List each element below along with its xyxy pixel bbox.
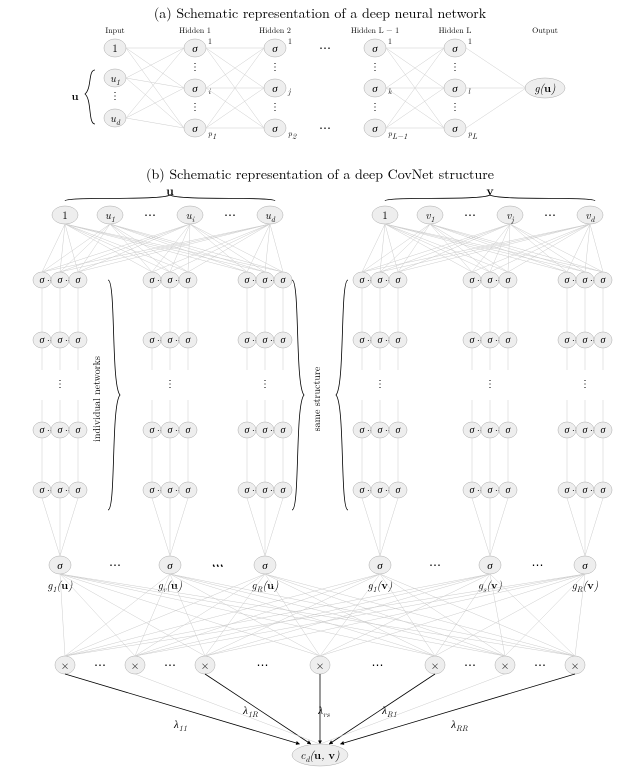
sigma-label: σ [192, 41, 198, 56]
panel-a-bot-dots: ⋯ [319, 119, 331, 136]
vdots: ⋮ [485, 376, 495, 390]
midsub: l [468, 86, 471, 97]
g-sigma-lbl: σ [487, 558, 493, 573]
sup1: 1 [288, 36, 292, 47]
midsub: j [287, 86, 291, 97]
panel-a-top-dots: ⋯ [319, 39, 331, 56]
g-sigma-lbl: σ [167, 558, 173, 573]
g-sigma-lbl: σ [377, 558, 383, 573]
dots: ⋯ [224, 206, 236, 223]
times-label: × [571, 658, 580, 673]
u-node-label: 1 [62, 208, 68, 223]
lambda-label: λR1 [381, 703, 397, 720]
times-label: × [316, 658, 325, 673]
output-label: g(u) [534, 81, 556, 96]
dots: ⋯ [164, 656, 176, 673]
sigma-label: σ [452, 121, 458, 136]
vdots: ⋮ [580, 376, 590, 390]
center-brace-right [336, 280, 348, 510]
vdots: ⋮ [270, 59, 280, 73]
col-label-hLm1: Hidden L − 1 [351, 25, 399, 36]
dots: ⋯ [372, 656, 384, 673]
times-label: × [431, 658, 440, 673]
same-structure-label: same structure [309, 366, 323, 431]
left-brace [108, 280, 120, 510]
sigma-label: σ [272, 121, 278, 136]
panel-a: (a) Schematic representation of a deep n… [71, 3, 565, 142]
sigma-label: σ [192, 121, 198, 136]
psub: pL [468, 128, 477, 142]
g-label: gR(v) [572, 578, 599, 595]
vdots: ⋮ [190, 59, 200, 73]
dots: ⋯ [109, 556, 121, 573]
sup1: 1 [208, 36, 212, 47]
vdots: ⋮ [450, 99, 460, 113]
dots: ⋯ [144, 206, 156, 223]
sigma-label: σ [452, 81, 458, 96]
vdots: ⋮ [370, 59, 380, 73]
g-sigma-lbl: σ [582, 558, 588, 573]
dots: ⋯ [257, 656, 269, 673]
times-label: × [61, 658, 70, 673]
lambda-label: λ11 [173, 717, 187, 734]
psub: p2 [288, 128, 297, 142]
psub: p1 [208, 128, 216, 142]
col-label-h1: Hidden 1 [179, 25, 211, 36]
dots: ⋯ [464, 206, 476, 223]
g-label: g1(v) [368, 578, 393, 595]
times-label: × [201, 658, 210, 673]
panel-b: (b) Schematic representation of a deep C… [33, 164, 612, 766]
dots: ⋯ [532, 556, 544, 573]
dots: ⋯ [534, 656, 546, 673]
center-brace-left [292, 280, 304, 510]
times-label: × [501, 658, 510, 673]
panel-a-title: (a) Schematic representation of a deep n… [154, 3, 487, 23]
col-label-h2: Hidden 2 [259, 25, 291, 36]
vdots-a1: ⋮ [110, 88, 120, 102]
g-sigma-lbl: σ [262, 558, 268, 573]
vdots: ⋮ [370, 99, 380, 113]
col-label-input: Input [105, 25, 124, 36]
dots: ⋯ [212, 556, 224, 573]
input-brace [85, 70, 95, 124]
v-node-label: 1 [382, 208, 388, 223]
sigma-label: σ [372, 41, 378, 56]
vdots: ⋮ [190, 99, 200, 113]
dots: ⋯ [464, 656, 476, 673]
node-bias: 1 [112, 41, 118, 56]
v-header: v [486, 181, 493, 199]
dots: ⋯ [429, 556, 441, 573]
sigma-label: σ [272, 81, 278, 96]
times-label: × [131, 658, 140, 673]
input-brace-label: u [71, 89, 78, 104]
lambda-label: λrs [317, 703, 330, 720]
dots: ⋯ [544, 206, 556, 223]
sup1: 1 [388, 36, 392, 47]
vdots: ⋮ [55, 376, 65, 390]
sigma-label: σ [272, 41, 278, 56]
sigma-label: σ [372, 121, 378, 136]
sigma-label: σ [372, 81, 378, 96]
vdots: ⋮ [260, 376, 270, 390]
input-col: 1 u1 ⋮ ud [104, 39, 126, 128]
g-sigma-lbl: σ [57, 558, 63, 573]
midsub: i [208, 86, 211, 97]
vdots: ⋮ [165, 376, 175, 390]
col-label-out: Output [532, 25, 558, 36]
sigma-label: σ [452, 41, 458, 56]
psub: pL−1 [388, 128, 407, 142]
dots: ⋯ [94, 656, 106, 673]
sup1: 1 [468, 36, 472, 47]
vdots: ⋮ [270, 99, 280, 113]
lambda-label: λRR [450, 717, 468, 734]
panel-b-title: (b) Schematic representation of a deep C… [146, 164, 494, 184]
indiv-networks-label: individual networks [89, 356, 103, 442]
vdots: ⋮ [450, 59, 460, 73]
col-label-hL: Hidden L [439, 25, 472, 36]
vdots: ⋮ [375, 376, 385, 390]
sigma-label: σ [192, 81, 198, 96]
